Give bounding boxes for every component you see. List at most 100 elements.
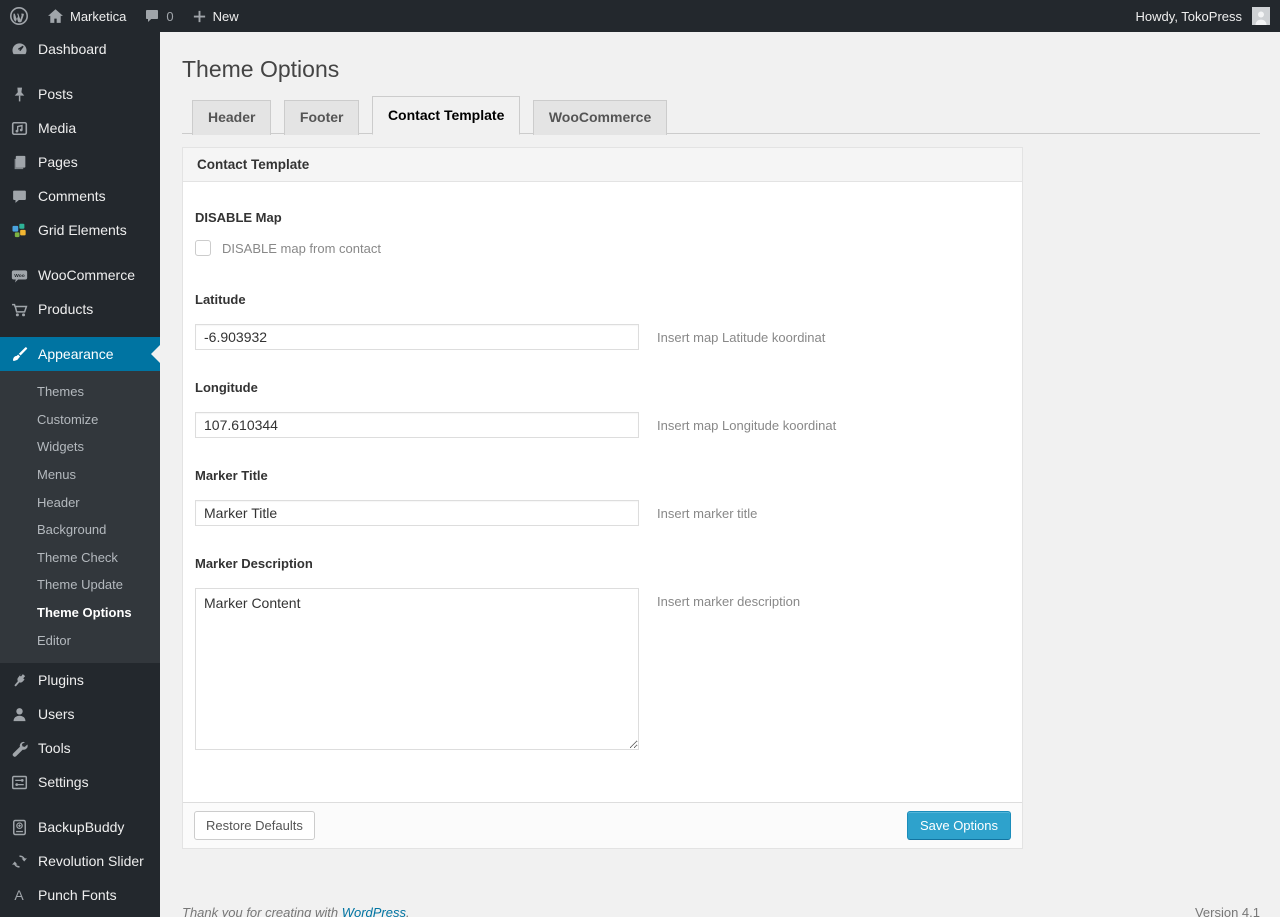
menu-separator xyxy=(0,799,160,810)
disable-map-checkbox-label[interactable]: DISABLE map from contact xyxy=(222,241,381,256)
letter-a-icon: A xyxy=(14,887,24,904)
plugin-icon xyxy=(9,670,29,690)
sidebar-item-backupbuddy[interactable]: BackupBuddy xyxy=(0,810,160,844)
theme-options-tabs: Header Footer Contact Template WooCommer… xyxy=(182,94,1260,135)
marker-title-hint: Insert marker title xyxy=(657,506,758,521)
panel-body: DISABLE Map DISABLE map from contact Lat… xyxy=(183,182,1022,802)
page-footer: Thank you for creating with WordPress. V… xyxy=(182,905,1260,917)
sidebar-item-label: Plugins xyxy=(38,672,84,689)
admin-bar: Marketica 0 New Howdy, TokoPress xyxy=(0,0,1280,32)
admin-menu: Dashboard Posts Media Pages Comments Gri… xyxy=(0,32,160,917)
wrench-icon xyxy=(9,738,29,758)
latitude-group: Latitude Insert map Latitude koordinat xyxy=(195,292,1008,350)
pushpin-icon xyxy=(9,84,29,104)
tab-contact-template[interactable]: Contact Template xyxy=(371,96,521,135)
sidebar-item-dashboard[interactable]: Dashboard xyxy=(0,32,160,66)
sidebar-item-comments[interactable]: Comments xyxy=(0,179,160,213)
new-label: New xyxy=(212,8,239,24)
panel-header: Contact Template xyxy=(183,148,1022,182)
sidebar-item-settings[interactable]: Settings xyxy=(0,765,160,799)
sidebar-item-label: Media xyxy=(38,120,77,136)
grid-elements-icon xyxy=(9,220,29,240)
sidebar-item-products[interactable]: Products xyxy=(0,292,160,326)
submenu-item-widgets[interactable]: Widgets xyxy=(0,433,160,461)
disable-map-checkbox[interactable] xyxy=(195,240,211,256)
sidebar-item-users[interactable]: Users xyxy=(0,697,160,731)
tab-woocommerce[interactable]: WooCommerce xyxy=(532,100,668,135)
contact-template-panel: Contact Template DISABLE Map DISABLE map… xyxy=(182,147,1023,849)
avatar[interactable] xyxy=(1252,7,1270,25)
longitude-label: Longitude xyxy=(195,380,258,395)
wordpress-logo-icon xyxy=(9,6,29,26)
sidebar-item-posts[interactable]: Posts xyxy=(0,77,160,111)
latitude-input[interactable] xyxy=(195,324,639,350)
my-account-menu[interactable]: Howdy, TokoPress xyxy=(1127,0,1244,32)
paintbrush-icon xyxy=(9,344,29,364)
marker-title-group: Marker Title Insert marker title xyxy=(195,468,1008,526)
longitude-group: Longitude Insert map Longitude koordinat xyxy=(195,380,1008,438)
comments-icon xyxy=(9,186,29,206)
marker-description-group: Marker Description Marker Content Insert… xyxy=(195,556,1008,750)
wordpress-logo-menu[interactable] xyxy=(0,0,38,32)
user-icon xyxy=(9,704,29,724)
sidebar-item-label: Products xyxy=(38,301,94,317)
media-icon xyxy=(9,118,29,138)
home-icon xyxy=(47,8,64,25)
sidebar-item-label: Revolution Slider xyxy=(38,853,144,870)
submenu-item-theme-options[interactable]: Theme Options xyxy=(0,599,160,627)
sidebar-item-label: Dashboard xyxy=(38,41,107,57)
site-menu[interactable]: Marketica xyxy=(38,0,135,32)
main-content: Theme Options Header Footer Contact Temp… xyxy=(160,32,1280,917)
sidebar-item-label: Posts xyxy=(38,86,74,102)
marker-description-textarea[interactable]: Marker Content xyxy=(195,588,639,750)
site-name: Marketica xyxy=(70,8,127,24)
submenu-item-editor[interactable]: Editor xyxy=(0,627,160,655)
plus-icon xyxy=(192,9,207,24)
footer-thanks-text: Thank you for creating with WordPress. xyxy=(182,905,410,917)
sidebar-item-appearance[interactable]: Appearance xyxy=(0,337,160,371)
sidebar-item-punch-fonts[interactable]: A Punch Fonts xyxy=(0,878,160,912)
sidebar-item-label: WooCommerce xyxy=(38,267,135,283)
comment-count: 0 xyxy=(166,8,174,24)
sidebar-item-tools[interactable]: Tools xyxy=(0,731,160,765)
sidebar-item-revolution-slider[interactable]: Revolution Slider xyxy=(0,844,160,878)
restore-defaults-button[interactable]: Restore Defaults xyxy=(194,811,315,840)
menu-separator xyxy=(0,326,160,337)
sidebar-item-plugins[interactable]: Plugins xyxy=(0,663,160,697)
sidebar-item-label: Appearance xyxy=(38,346,114,362)
latitude-hint: Insert map Latitude koordinat xyxy=(657,330,826,345)
tab-footer[interactable]: Footer xyxy=(283,100,360,135)
tab-header[interactable]: Header xyxy=(192,100,272,135)
sidebar-item-woocommerce[interactable]: Woo WooCommerce xyxy=(0,258,160,292)
page-title: Theme Options xyxy=(182,56,340,82)
comments-menu[interactable]: 0 xyxy=(135,0,182,32)
woocommerce-icon: Woo xyxy=(9,265,29,285)
wordpress-link[interactable]: WordPress xyxy=(342,905,406,917)
submenu-item-background[interactable]: Background xyxy=(0,516,160,544)
sidebar-item-label: Users xyxy=(38,706,75,723)
submenu-item-menus[interactable]: Menus xyxy=(0,461,160,489)
disable-map-group: DISABLE Map DISABLE map from contact xyxy=(195,210,1008,258)
sidebar-item-grid-elements[interactable]: Grid Elements xyxy=(0,213,160,247)
sidebar-item-label: Comments xyxy=(38,188,106,204)
save-options-button[interactable]: Save Options xyxy=(906,811,1011,840)
sidebar-item-label: Tools xyxy=(38,740,71,757)
submenu-item-theme-update[interactable]: Theme Update xyxy=(0,571,160,599)
sidebar-item-label: BackupBuddy xyxy=(38,819,125,836)
settings-icon xyxy=(9,772,29,792)
submenu-item-customize[interactable]: Customize xyxy=(0,406,160,434)
submenu-item-themes[interactable]: Themes xyxy=(0,378,160,406)
submenu-item-header[interactable]: Header xyxy=(0,489,160,517)
new-content-menu[interactable]: New xyxy=(183,0,248,32)
sidebar-item-label: Grid Elements xyxy=(38,222,127,238)
marker-title-input[interactable] xyxy=(195,500,639,526)
version-text: Version 4.1 xyxy=(1194,905,1260,917)
sidebar-item-media[interactable]: Media xyxy=(0,111,160,145)
latitude-label: Latitude xyxy=(195,292,246,307)
pages-icon xyxy=(9,152,29,172)
submenu-item-theme-check[interactable]: Theme Check xyxy=(0,544,160,572)
sidebar-item-pages[interactable]: Pages xyxy=(0,145,160,179)
longitude-input[interactable] xyxy=(195,412,639,438)
marker-description-hint: Insert marker description xyxy=(657,594,801,609)
appearance-submenu: Themes Customize Widgets Menus Header Ba… xyxy=(0,371,160,664)
